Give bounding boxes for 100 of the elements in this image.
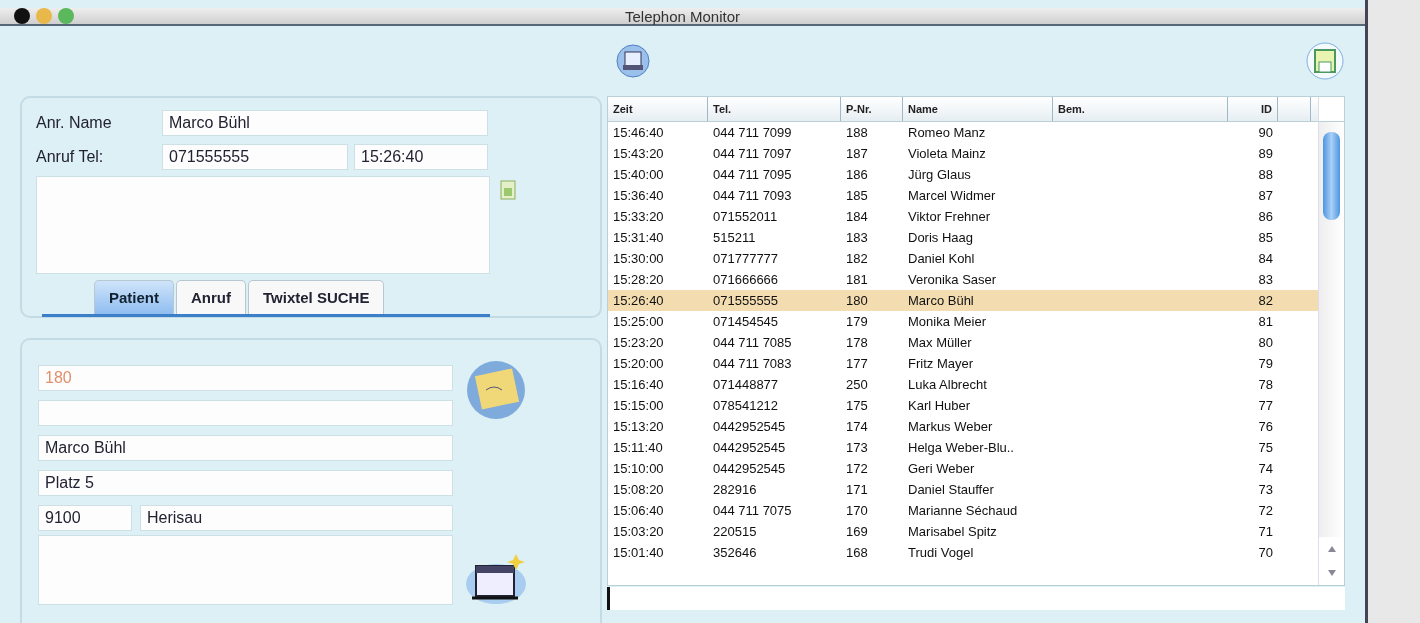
table-cell-text: Helga Weber-Blu.. xyxy=(907,440,1015,455)
save-icon[interactable] xyxy=(1305,41,1345,81)
table-cell-text: 044 711 7099 xyxy=(712,125,793,140)
table-row[interactable]: 15:06:40 044 711 7075 170 Marianne Séchaud 72 xyxy=(608,500,1318,521)
table-cell-text: 071454545 xyxy=(712,314,780,329)
selected-row[interactable]: 15:26:40 071555555 180 Marco Bühl 82 xyxy=(608,290,1318,311)
column-header[interactable]: ID xyxy=(1228,97,1278,121)
table-cell-text: 15:08:20 xyxy=(612,482,665,497)
table-cell-text: 84 xyxy=(1257,251,1274,266)
field-label: Anr. Name xyxy=(36,114,113,132)
table-cell-text: 87 xyxy=(1257,188,1274,203)
table-row[interactable]: 15:13:20 0442952545 174 Markus Weber 76 xyxy=(608,416,1318,437)
table-cell-text: 184 xyxy=(845,209,869,224)
column-header[interactable]: Name xyxy=(903,97,1053,121)
table-cell-text: 88 xyxy=(1257,167,1274,182)
field-label: Anruf Tel: xyxy=(36,148,105,166)
table-cell-text: 15:31:40 xyxy=(612,230,665,245)
note-field[interactable] xyxy=(36,176,490,274)
table-cell-text: 250 xyxy=(845,377,869,392)
table-cell-text: 83 xyxy=(1257,272,1274,287)
table-cell-text: 15:33:20 xyxy=(612,209,665,224)
scroll-thumb[interactable] xyxy=(1323,132,1340,220)
table-cell-text: 044 711 7075 xyxy=(712,503,793,518)
tab[interactable]: Twixtel SUCHE xyxy=(248,280,385,314)
table-cell-text: 70 xyxy=(1257,545,1274,560)
table-row[interactable]: 15:33:20 071552011 184 Viktor Frehner 86 xyxy=(608,206,1318,227)
table-row[interactable]: 15:40:00 044 711 7095 186 Jürg Glaus 88 xyxy=(608,164,1318,185)
table-row[interactable]: 15:28:20 071666666 181 Veronika Saser 83 xyxy=(608,269,1318,290)
table-row[interactable]: 15:20:00 044 711 7083 177 Fritz Mayer 79 xyxy=(608,353,1318,374)
column-header[interactable]: Zeit xyxy=(608,97,708,121)
table-cell-text: 177 xyxy=(845,356,869,371)
table-row[interactable]: 15:23:20 044 711 7085 178 Max Müller 80 xyxy=(608,332,1318,353)
table-row[interactable]: 15:15:00 078541212 175 Karl Huber 77 xyxy=(608,395,1318,416)
table-cell-text: 185 xyxy=(845,188,869,203)
table-cell-text: 044 711 7097 xyxy=(712,146,793,161)
table-cell-text: Monika Meier xyxy=(907,314,988,329)
table-cell-text: 15:36:40 xyxy=(612,188,665,203)
table-cell-text: Fritz Mayer xyxy=(907,356,974,371)
table-cell-text: 175 xyxy=(845,398,869,413)
table-cell-text: 178 xyxy=(845,335,869,350)
table-cell-text: 071555555 xyxy=(712,293,780,308)
note-field[interactable] xyxy=(38,535,453,605)
window-control[interactable] xyxy=(14,8,30,24)
zip-field[interactable]: 9100 xyxy=(38,504,132,531)
table-cell-text: 81 xyxy=(1257,314,1274,329)
table-cell-text: 282916 xyxy=(712,482,758,497)
column-header[interactable]: P-Nr. xyxy=(841,97,903,121)
table-cell-text: 179 xyxy=(845,314,869,329)
table-row[interactable]: 15:30:00 071777777 182 Daniel Kohl 84 xyxy=(608,248,1318,269)
scroll-up-icon[interactable] xyxy=(1326,545,1337,553)
table-cell-text: 15:10:00 xyxy=(612,461,665,476)
city-field[interactable]: Herisau xyxy=(140,504,453,531)
table-cell-text: 71 xyxy=(1257,524,1274,539)
table-cell-text: 90 xyxy=(1257,125,1274,140)
street-field[interactable]: Platz 5 xyxy=(38,469,453,496)
table-cell-text: 071666666 xyxy=(712,272,780,287)
table-cell-text: 187 xyxy=(845,146,869,161)
table-row[interactable]: 15:16:40 071448877 250 Luka Albrecht 78 xyxy=(608,374,1318,395)
patient-name-field[interactable]: Marco Bühl xyxy=(38,434,453,461)
column-header[interactable]: Bem. xyxy=(1053,97,1228,121)
column-header[interactable]: Tel. xyxy=(708,97,841,121)
table-row[interactable]: 15:43:20 044 711 7097 187 Violeta Mainz 89 xyxy=(608,143,1318,164)
table-cell-text: 15:20:00 xyxy=(612,356,665,371)
table-row[interactable]: 15:03:20 220515 169 Marisabel Spitz 71 xyxy=(608,521,1318,542)
table-row[interactable]: 15:01:40 352646 168 Trudi Vogel 70 xyxy=(608,542,1318,563)
caller-name-field[interactable]: Marco Bühl xyxy=(162,110,488,136)
table-cell-text: 188 xyxy=(845,125,869,140)
table-row[interactable]: 15:08:20 282916 171 Daniel Stauffer 73 xyxy=(608,479,1318,500)
tab[interactable]: Anruf xyxy=(176,280,246,314)
table-cell-text: Romeo Manz xyxy=(907,125,987,140)
call-time-field[interactable]: 15:26:40 xyxy=(354,144,488,170)
table-row[interactable]: 15:25:00 071454545 179 Monika Meier 81 xyxy=(608,311,1318,332)
scroll-down-icon[interactable] xyxy=(1326,569,1337,577)
caller-phone-field[interactable]: 071555555 xyxy=(162,144,348,170)
table-cell-text: Marcel Widmer xyxy=(907,188,997,203)
table-cell-text: 85 xyxy=(1257,230,1274,245)
table-row[interactable]: 15:36:40 044 711 7093 185 Marcel Widmer 87 xyxy=(608,185,1318,206)
table-cell-text: 72 xyxy=(1257,503,1274,518)
table-cell-text: Daniel Kohl xyxy=(907,251,976,266)
table-cell-text: 15:23:20 xyxy=(612,335,665,350)
table-cell-text: 220515 xyxy=(712,524,758,539)
table-cell-text: 186 xyxy=(845,167,869,182)
table-cell-text: 183 xyxy=(845,230,869,245)
table-row[interactable]: 15:31:40 515211 183 Doris Haag 85 xyxy=(608,227,1318,248)
table-cell-text: 0442952545 xyxy=(712,419,787,434)
table-cell-text: 77 xyxy=(1257,398,1274,413)
table-cell-text: 171 xyxy=(845,482,869,497)
table-row[interactable]: 15:10:00 0442952545 172 Geri Weber 74 xyxy=(608,458,1318,479)
table-cell-text: 15:43:20 xyxy=(612,146,665,161)
table-cell-text: 515211 xyxy=(712,230,757,245)
tab[interactable]: Patient xyxy=(94,280,174,314)
table-row[interactable]: 15:46:40 044 711 7099 188 Romeo Manz 90 xyxy=(608,122,1318,143)
table-cell-text: 172 xyxy=(845,461,869,476)
table-cell-text: Trudi Vogel xyxy=(907,545,975,560)
table-cell-text: Max Müller xyxy=(907,335,973,350)
table-cell-text: Marianne Séchaud xyxy=(907,503,1019,518)
save-icon[interactable] xyxy=(500,180,516,200)
table-row[interactable]: 15:11:40 0442952545 173 Helga Weber-Blu.. 75 xyxy=(608,437,1318,458)
table-cell-text: 071777777 xyxy=(712,251,780,266)
input-field[interactable] xyxy=(607,587,1345,610)
